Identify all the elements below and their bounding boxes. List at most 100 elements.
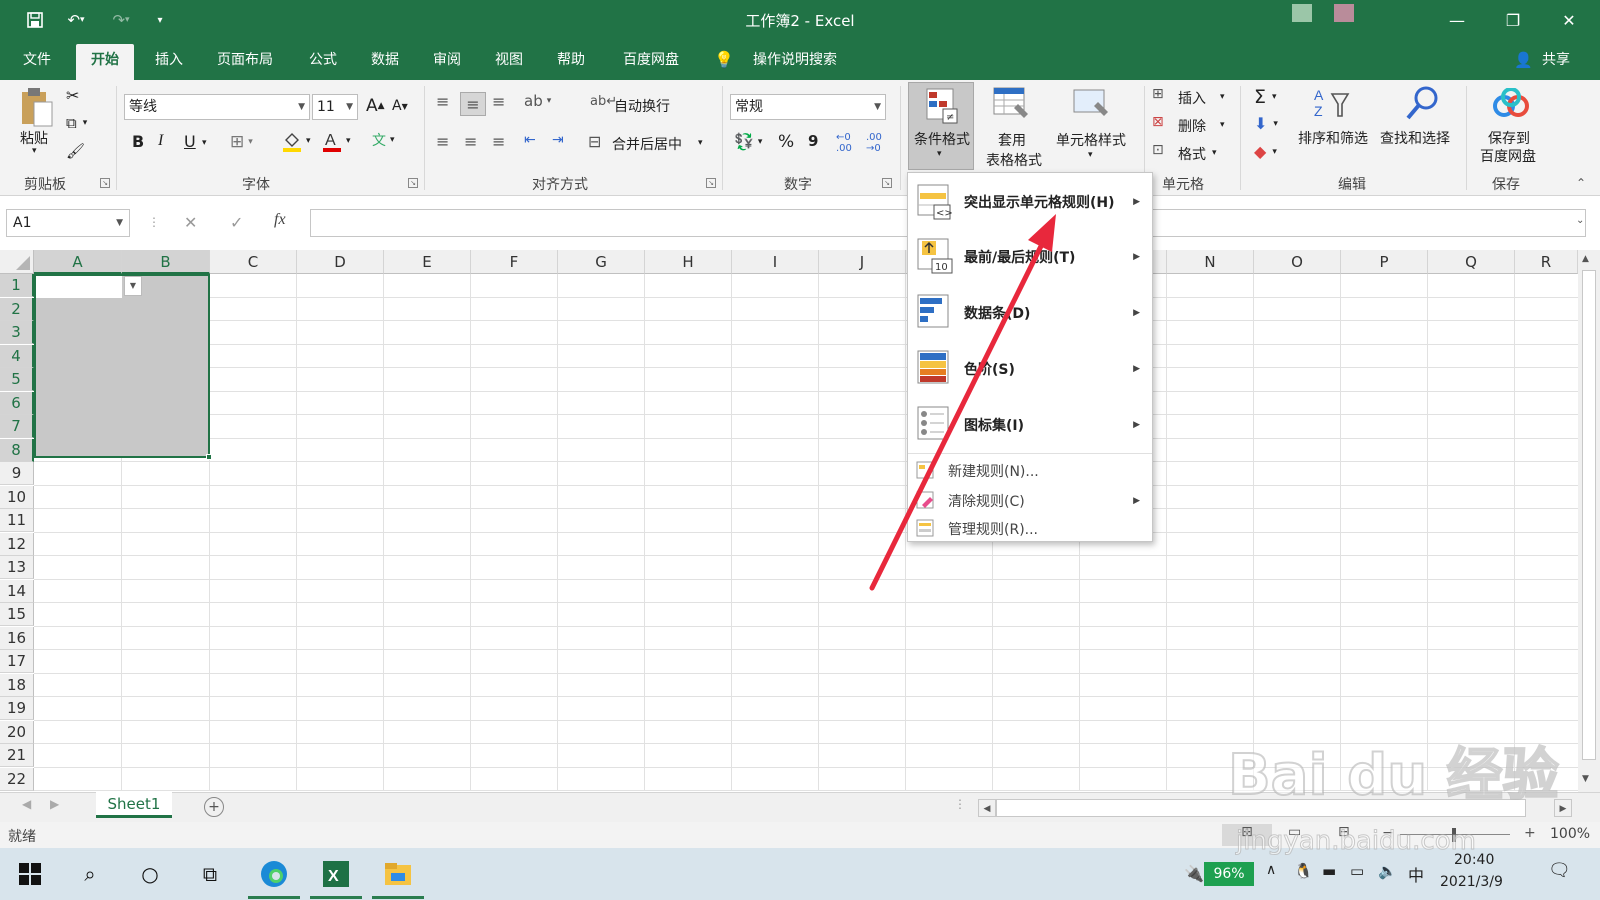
column-header-d[interactable]: D bbox=[297, 250, 384, 274]
spreadsheet-grid[interactable]: ABCDEFGHIJKLMNOPQR 123456789101112131415… bbox=[0, 250, 1578, 792]
row-header-7[interactable]: 7 bbox=[0, 415, 34, 438]
tab-baidu-netdisk[interactable]: 百度网盘 bbox=[614, 48, 688, 80]
decrease-decimal-icon[interactable]: .00 →0 bbox=[866, 132, 882, 154]
zoom-in-icon[interactable]: + bbox=[1524, 825, 1536, 841]
column-header-r[interactable]: R bbox=[1515, 250, 1578, 274]
ime-indicator[interactable]: 中 bbox=[1408, 862, 1424, 886]
column-header-o[interactable]: O bbox=[1254, 250, 1341, 274]
row-header-2[interactable]: 2 bbox=[0, 297, 34, 321]
menu-highlight-cells-rules[interactable]: <> 突出显示单元格规则(H) ▶ bbox=[908, 177, 1152, 227]
excel-icon[interactable]: X bbox=[316, 860, 356, 888]
increase-font-icon[interactable]: A ▲ bbox=[366, 96, 385, 116]
column-header-j[interactable]: J bbox=[819, 250, 906, 274]
windows-start-icon[interactable] bbox=[10, 860, 50, 888]
align-top-icon[interactable]: ≡ bbox=[436, 92, 449, 111]
insert-cells-icon[interactable]: ⊞ bbox=[1152, 86, 1164, 102]
prev-sheet-icon[interactable]: ◀ bbox=[22, 797, 31, 811]
decrease-indent-icon[interactable]: ⇤ bbox=[524, 132, 536, 148]
font-size-select[interactable]: 11 ▼ bbox=[312, 94, 358, 120]
sheet-tab-sheet1[interactable]: Sheet1 bbox=[96, 792, 172, 818]
find-select-button[interactable]: 查找和选择 bbox=[1380, 128, 1450, 148]
column-header-q[interactable]: Q bbox=[1428, 250, 1515, 274]
chevron-down-icon[interactable]: ▼ bbox=[124, 276, 142, 296]
column-header-f[interactable]: F bbox=[471, 250, 558, 274]
column-header-b[interactable]: B bbox=[122, 250, 210, 274]
row-header-18[interactable]: 18 bbox=[0, 673, 34, 697]
selected-range[interactable] bbox=[34, 274, 210, 458]
close-icon[interactable]: ✕ bbox=[1546, 4, 1592, 36]
increase-decimal-icon[interactable]: ←0.00 bbox=[836, 132, 852, 154]
font-color-icon[interactable]: A ▾ bbox=[322, 130, 351, 152]
orientation-icon[interactable]: ab ▾ bbox=[524, 92, 551, 110]
network-icon[interactable]: ▭ bbox=[1350, 862, 1364, 880]
borders-icon[interactable]: ⊞ ▾ bbox=[230, 132, 253, 152]
chevron-down-icon[interactable]: ▾ bbox=[1220, 92, 1225, 102]
sort-filter-icon[interactable]: AZ bbox=[1312, 84, 1352, 122]
restore-icon[interactable]: ❐ bbox=[1490, 4, 1536, 36]
row-header-3[interactable]: 3 bbox=[0, 321, 34, 344]
row-header-1[interactable]: 1 bbox=[0, 274, 34, 297]
tab-page-layout[interactable]: 页面布局 bbox=[208, 48, 282, 80]
sort-filter-button[interactable]: 排序和筛选 bbox=[1298, 128, 1368, 148]
vertical-scrollbar[interactable]: ▲ ▼ bbox=[1578, 250, 1600, 792]
scroll-up-icon[interactable]: ▲ bbox=[1582, 254, 1589, 264]
column-header-h[interactable]: H bbox=[645, 250, 732, 274]
row-header-17[interactable]: 17 bbox=[0, 650, 34, 673]
row-header-16[interactable]: 16 bbox=[0, 626, 34, 650]
menu-color-scales[interactable]: 色阶(S) ▶ bbox=[908, 343, 1152, 395]
align-right-icon[interactable]: ≡ bbox=[492, 132, 505, 151]
comma-style-button[interactable]: 9 bbox=[808, 132, 818, 150]
name-box[interactable]: A1 ▼ bbox=[6, 209, 130, 237]
notification-icon[interactable]: 🗨 bbox=[1548, 860, 1571, 881]
format-painter-icon[interactable]: 🖌 bbox=[66, 142, 85, 160]
menu-clear-rules[interactable]: 清除规则(C) ▶ bbox=[908, 487, 1152, 515]
tab-data[interactable]: 数据 bbox=[362, 48, 408, 80]
tell-me-search[interactable]: 操作说明搜索 bbox=[740, 48, 850, 80]
phonetic-icon[interactable]: 文 ▾ bbox=[372, 130, 395, 150]
align-left-icon[interactable]: ≡ bbox=[436, 132, 449, 151]
merge-center-button[interactable]: 合并后居中 bbox=[612, 134, 682, 154]
clock-date[interactable]: 2021/3/9 bbox=[1440, 874, 1503, 890]
align-bottom-icon[interactable]: ≡ bbox=[492, 92, 505, 111]
format-cells-icon[interactable]: ⊡ bbox=[1152, 142, 1164, 158]
column-header-n[interactable]: N bbox=[1167, 250, 1254, 274]
row-header-8[interactable]: 8 bbox=[0, 438, 34, 462]
tab-view[interactable]: 视图 bbox=[486, 48, 532, 80]
delete-cells-button[interactable]: 删除 bbox=[1178, 116, 1206, 136]
chevron-down-icon[interactable]: ▾ bbox=[698, 138, 703, 148]
baidu-netdisk-icon[interactable] bbox=[1492, 88, 1530, 118]
file-explorer-icon[interactable] bbox=[378, 860, 418, 888]
currency-icon[interactable]: 💱 ▾ bbox=[734, 132, 762, 151]
increase-indent-icon[interactable]: ⇥ bbox=[552, 132, 564, 148]
dialog-launcher-icon[interactable]: ↘ bbox=[882, 178, 892, 188]
delete-cells-icon[interactable]: ⊠ bbox=[1152, 114, 1164, 130]
collapse-ribbon-icon[interactable]: ⌃ bbox=[1576, 176, 1586, 190]
chevron-down-icon[interactable]: ▾ bbox=[32, 146, 37, 156]
qq-icon[interactable]: 🐧 bbox=[1294, 862, 1313, 880]
row-header-21[interactable]: 21 bbox=[0, 744, 34, 767]
show-hidden-icons-icon[interactable]: ∧ bbox=[1266, 862, 1276, 878]
scroll-left-icon[interactable]: ◀ bbox=[978, 799, 996, 817]
font-name-select[interactable]: 等线 ▼ bbox=[124, 94, 310, 120]
volume-icon[interactable]: 🔈 bbox=[1378, 862, 1397, 880]
confirm-icon[interactable]: ✓ bbox=[230, 213, 243, 232]
tab-insert[interactable]: 插入 bbox=[146, 48, 192, 80]
column-header-e[interactable]: E bbox=[384, 250, 471, 274]
align-middle-icon[interactable]: ≡ bbox=[460, 92, 486, 116]
add-sheet-icon[interactable]: + bbox=[204, 797, 224, 817]
column-header-p[interactable]: P bbox=[1341, 250, 1428, 274]
tab-home[interactable]: 开始 bbox=[76, 44, 134, 80]
task-view-icon[interactable]: ⧉ bbox=[190, 860, 230, 888]
zoom-level[interactable]: 100% bbox=[1550, 826, 1590, 842]
row-header-19[interactable]: 19 bbox=[0, 697, 34, 720]
underline-button[interactable]: U bbox=[184, 132, 196, 151]
row-header-9[interactable]: 9 bbox=[0, 462, 34, 485]
copy-icon[interactable]: ⧉ ▾ bbox=[66, 114, 87, 132]
bold-button[interactable]: B bbox=[132, 132, 144, 151]
insert-function-icon[interactable]: fx bbox=[274, 211, 286, 229]
cancel-icon[interactable]: ✕ bbox=[184, 213, 197, 232]
search-icon[interactable]: ⌕ bbox=[70, 860, 110, 888]
row-header-14[interactable]: 14 bbox=[0, 579, 34, 603]
menu-new-rule[interactable]: 新建规则(N)... bbox=[908, 457, 1152, 485]
fill-handle[interactable] bbox=[206, 454, 212, 460]
